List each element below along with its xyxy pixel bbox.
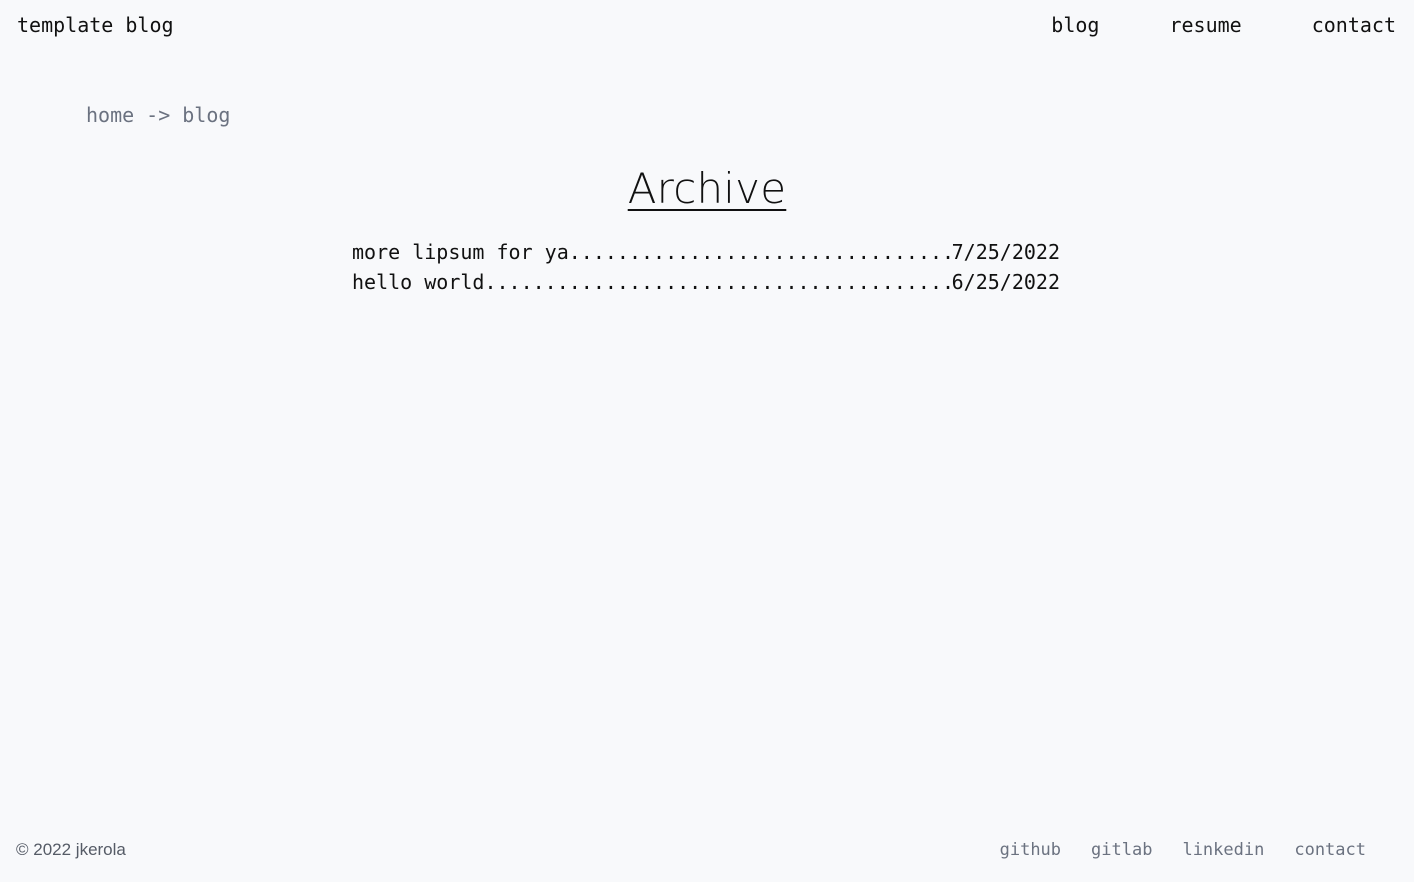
breadcrumb-home-link[interactable]: home [86,103,134,127]
post-date: 7/25/2022 [951,240,1060,264]
nav-link-resume[interactable]: resume [1169,13,1241,37]
breadcrumb: home -> blog [86,103,230,127]
post-title: hello world [352,270,485,294]
breadcrumb-current: blog [182,103,231,127]
footer-link-contact[interactable]: contact [1294,840,1366,860]
nav-link-blog[interactable]: blog [1051,13,1099,37]
page-title: Archive [627,164,787,213]
archive-post-link[interactable]: more lipsum for ya 7/25/2022 [352,237,1060,267]
site-title-link[interactable]: template blog [17,13,174,37]
footer-link-gitlab[interactable]: gitlab [1091,840,1152,860]
post-date: 6/25/2022 [951,270,1060,294]
copyright-text: © 2022 jkerola [16,840,126,859]
archive-list: more lipsum for ya 7/25/2022 hello world… [352,237,1060,297]
archive-post-link[interactable]: hello world 6/25/2022 [352,267,1060,297]
footer-link-linkedin[interactable]: linkedin [1182,840,1264,860]
nav-link-contact[interactable]: contact [1312,13,1396,37]
dot-leader [569,237,952,267]
post-title: more lipsum for ya [352,240,569,264]
footer-nav: github gitlab linkedin contact [1000,840,1366,860]
dot-leader [484,267,951,297]
breadcrumb-separator: -> [146,103,171,127]
footer-link-github[interactable]: github [1000,840,1061,860]
top-nav: blog resume contact [1051,13,1396,37]
